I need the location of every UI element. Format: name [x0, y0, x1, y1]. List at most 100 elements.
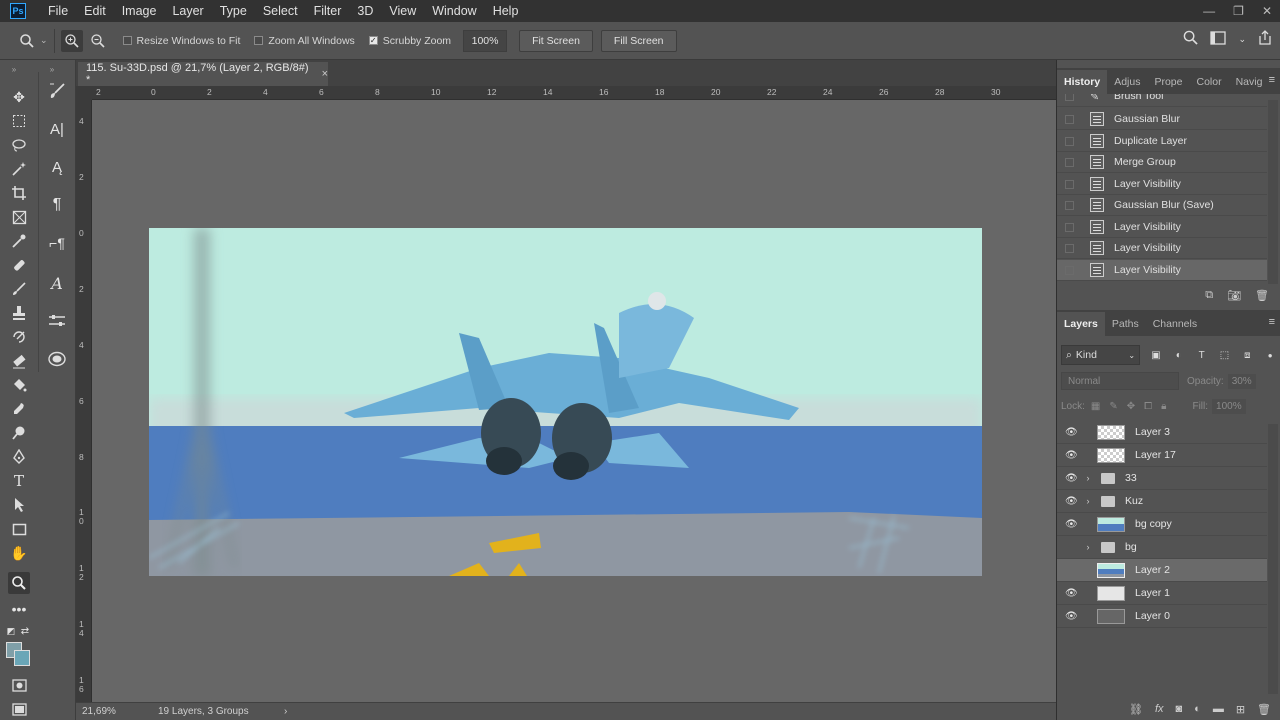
history-checkbox[interactable]	[1065, 94, 1074, 101]
lock-position-icon[interactable]: ✥	[1127, 401, 1135, 412]
tab-navigator[interactable]: Navig	[1229, 70, 1270, 94]
filter-toggle-icon[interactable]: ●	[1263, 348, 1277, 362]
menu-window[interactable]: Window	[424, 4, 484, 18]
history-checkbox[interactable]	[1065, 243, 1074, 253]
history-item-current[interactable]: Layer Visibility	[1057, 260, 1267, 281]
menu-type[interactable]: Type	[212, 4, 255, 18]
panel-menu-icon[interactable]: ≡	[1269, 74, 1275, 86]
lasso-tool-icon[interactable]	[8, 134, 30, 156]
background-color-swatch[interactable]	[14, 650, 30, 666]
opacity-value[interactable]: 30%	[1227, 373, 1256, 389]
layer-row[interactable]: 👁︎ Layer 3	[1057, 421, 1267, 444]
collapse-arrows-icon[interactable]: »	[3, 58, 25, 80]
zoom-all-windows-checkbox[interactable]: Zoom All Windows	[254, 35, 355, 47]
menu-filter[interactable]: Filter	[306, 4, 350, 18]
zoom-percent-button[interactable]: 100%	[463, 29, 508, 52]
layers-scrollbar[interactable]	[1268, 424, 1278, 694]
adjustment-layer-icon[interactable]: ◐	[1194, 703, 1201, 715]
filter-kind-select[interactable]: ⌕ Kind ⌄	[1061, 345, 1141, 365]
search-icon[interactable]	[1183, 30, 1199, 48]
close-tab-icon[interactable]: ×	[322, 68, 328, 80]
marquee-tool-icon[interactable]	[8, 110, 30, 132]
menu-select[interactable]: Select	[255, 4, 306, 18]
hand-tool-icon[interactable]: ✋	[8, 542, 30, 564]
glyphs-panel-icon[interactable]: A	[46, 272, 68, 294]
layer-group-row[interactable]: 👁︎ › Kuz	[1057, 490, 1267, 513]
more-tools-icon[interactable]: •••	[8, 598, 30, 620]
type-tool-icon[interactable]: T	[8, 470, 30, 492]
layer-style-fx-icon[interactable]: fx	[1155, 703, 1164, 715]
lock-transparent-icon[interactable]: ▦	[1091, 401, 1100, 412]
fill-value[interactable]: 100%	[1212, 398, 1246, 414]
menu-help[interactable]: Help	[485, 4, 527, 18]
layer-row[interactable]: 👁︎ Layer 0	[1057, 605, 1267, 628]
adjustment-filter-icon[interactable]: ◐	[1172, 348, 1186, 362]
dodge-tool-icon[interactable]	[8, 422, 30, 444]
chevron-down-icon[interactable]: ⌄	[40, 35, 48, 46]
eye-icon[interactable]: 👁︎	[1065, 473, 1078, 484]
eye-icon[interactable]: 👁︎	[1065, 588, 1078, 599]
resize-windows-checkbox[interactable]: Resize Windows to Fit	[122, 35, 240, 47]
blend-mode-select[interactable]: Normal	[1061, 372, 1179, 390]
menu-edit[interactable]: Edit	[76, 4, 114, 18]
frame-tool-icon[interactable]	[8, 206, 30, 228]
tab-properties[interactable]: Prope	[1147, 70, 1189, 94]
type-filter-icon[interactable]: T	[1195, 348, 1209, 362]
restore-icon[interactable]: ❐	[1233, 4, 1244, 18]
zoom-tool-icon[interactable]	[8, 572, 30, 594]
add-mask-icon[interactable]: ◙	[1176, 703, 1183, 715]
path-selection-tool-icon[interactable]	[8, 494, 30, 516]
chevron-right-icon[interactable]: ›	[1083, 542, 1093, 552]
paragraph-panel-icon[interactable]: ¶	[46, 194, 68, 216]
history-item[interactable]: Gaussian Blur	[1057, 109, 1267, 130]
document-tab[interactable]: 115. Su-33D.psd @ 21,7% (Layer 2, RGB/8#…	[78, 62, 328, 86]
history-brush-tool-icon[interactable]	[8, 326, 30, 348]
history-item[interactable]: Duplicate Layer	[1057, 131, 1267, 152]
smart-object-filter-icon[interactable]: ⧈	[1240, 348, 1254, 362]
screen-mode-icon[interactable]	[8, 698, 30, 720]
clone-stamp-tool-icon[interactable]	[8, 302, 30, 324]
snapshot-camera-icon[interactable]: 📷︎	[1227, 289, 1241, 302]
delete-layer-trash-icon[interactable]: 🗑︎	[1257, 703, 1271, 716]
layer-row-selected[interactable]: Layer 2	[1057, 559, 1267, 582]
eye-icon[interactable]: 👁︎	[1065, 427, 1078, 438]
panel-menu-icon[interactable]: ≡	[1269, 316, 1275, 328]
horizontal-ruler[interactable]: 2 0 2 4 6 8 10 12 14 16 18 20 22 24 26 2…	[92, 86, 1056, 100]
paragraph-styles-icon[interactable]: ⌐¶	[46, 232, 68, 254]
menu-file[interactable]: File	[40, 4, 76, 18]
tab-paths[interactable]: Paths	[1105, 312, 1146, 336]
character-styles-icon[interactable]: Ą	[46, 156, 68, 178]
canvas-area[interactable]	[92, 100, 1056, 702]
new-layer-icon[interactable]: ⊞	[1236, 703, 1245, 716]
minimize-icon[interactable]: —	[1203, 4, 1215, 18]
history-checkbox[interactable]	[1065, 179, 1074, 189]
layer-row[interactable]: 👁︎ bg copy	[1057, 513, 1267, 536]
scrubby-zoom-checkbox[interactable]: ✓ Scrubby Zoom	[368, 35, 451, 47]
history-checkbox[interactable]	[1065, 265, 1074, 275]
layer-row[interactable]: 👁︎ Layer 17	[1057, 444, 1267, 467]
paint-bucket-tool-icon[interactable]	[8, 374, 30, 396]
zoom-tool-preset-icon[interactable]	[16, 30, 38, 52]
move-tool-icon[interactable]: ✥	[8, 86, 30, 108]
eye-icon[interactable]: 👁︎	[1065, 450, 1078, 461]
workspace-icon[interactable]	[1210, 30, 1227, 48]
lock-artboard-icon[interactable]: ⧠	[1144, 401, 1152, 412]
character-panel-icon[interactable]: A|	[46, 118, 68, 140]
shape-filter-icon[interactable]: ⬚	[1218, 348, 1232, 362]
eye-icon[interactable]: 👁︎	[1065, 611, 1078, 622]
adjustments-panel-icon[interactable]	[46, 310, 68, 332]
chevron-right-icon[interactable]: ›	[1083, 473, 1093, 483]
tab-layers[interactable]: Layers	[1057, 312, 1105, 336]
tab-color[interactable]: Color	[1189, 70, 1228, 94]
eye-icon[interactable]: 👁︎	[1065, 496, 1078, 507]
rectangle-tool-icon[interactable]	[8, 518, 30, 540]
delete-trash-icon[interactable]: 🗑︎	[1255, 289, 1269, 302]
history-item[interactable]: Gaussian Blur (Save)	[1057, 195, 1267, 216]
fill-screen-button[interactable]: Fill Screen	[600, 29, 677, 52]
smudge-tool-icon[interactable]	[8, 398, 30, 420]
history-checkbox[interactable]	[1065, 114, 1074, 124]
history-scrollbar[interactable]	[1268, 100, 1278, 284]
brush-preset-icon[interactable]	[46, 80, 68, 102]
history-checkbox[interactable]	[1065, 200, 1074, 210]
eye-icon[interactable]: 👁︎	[1065, 519, 1078, 530]
